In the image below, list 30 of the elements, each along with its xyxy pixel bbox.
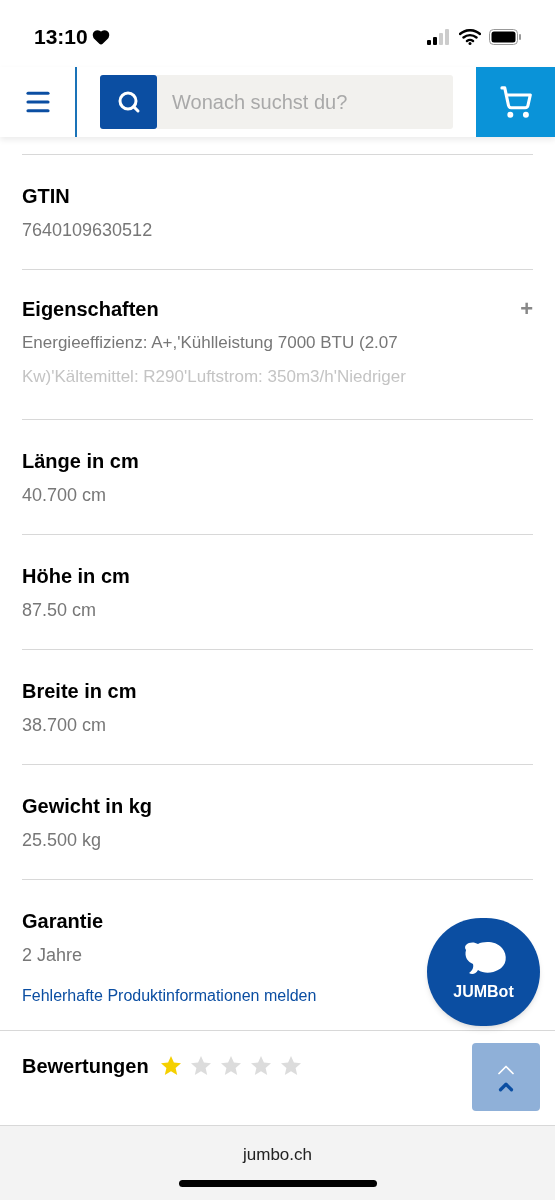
- detail-label: Breite in cm: [22, 679, 138, 704]
- chatbot-button[interactable]: JUMBot: [427, 918, 540, 1026]
- wifi-icon: [459, 28, 481, 45]
- detail-value: 7640109630512: [22, 219, 153, 242]
- reviews-label: Bewertungen: [22, 1053, 149, 1079]
- detail-label: Garantie: [22, 909, 105, 934]
- detail-label: Eigenschaften: [22, 297, 159, 322]
- status-time: 13:10: [34, 23, 88, 50]
- detail-value: 40.700 cm: [22, 484, 107, 507]
- detail-label: Länge in cm: [22, 449, 140, 474]
- detail-value: 87.50 cm: [22, 599, 97, 622]
- search-button[interactable]: [100, 75, 157, 129]
- report-link[interactable]: Fehlerhafte Produktinformationen melden: [22, 987, 317, 1004]
- search-field[interactable]: Wonach suchst du?: [157, 75, 453, 129]
- battery-icon: [489, 28, 521, 45]
- detail-value: 38.700 cm: [22, 714, 107, 737]
- detail-value: 25.500 kg: [22, 829, 102, 852]
- heart-icon: [91, 27, 110, 46]
- signal-icon: [427, 28, 451, 45]
- url-label: jumbo.ch: [243, 1144, 312, 1166]
- detail-value: Energieeffizienz: A+,'Kühlleistung 7000 BTU (2.07: [22, 332, 399, 354]
- detail-value: 2 Jahre: [22, 944, 83, 967]
- detail-value: Kw)'Kältemittel: R290'Luftstrom: 350m3/h'Niedriger: [22, 366, 407, 388]
- detail-label: GTIN: [22, 184, 71, 209]
- expand-button[interactable]: +: [520, 298, 533, 320]
- cart-button[interactable]: [476, 67, 555, 137]
- detail-label: Gewicht in kg: [22, 794, 154, 819]
- search-icon: [116, 90, 141, 114]
- cart-icon: [498, 85, 533, 119]
- detail-label: Höhe in cm: [22, 564, 131, 589]
